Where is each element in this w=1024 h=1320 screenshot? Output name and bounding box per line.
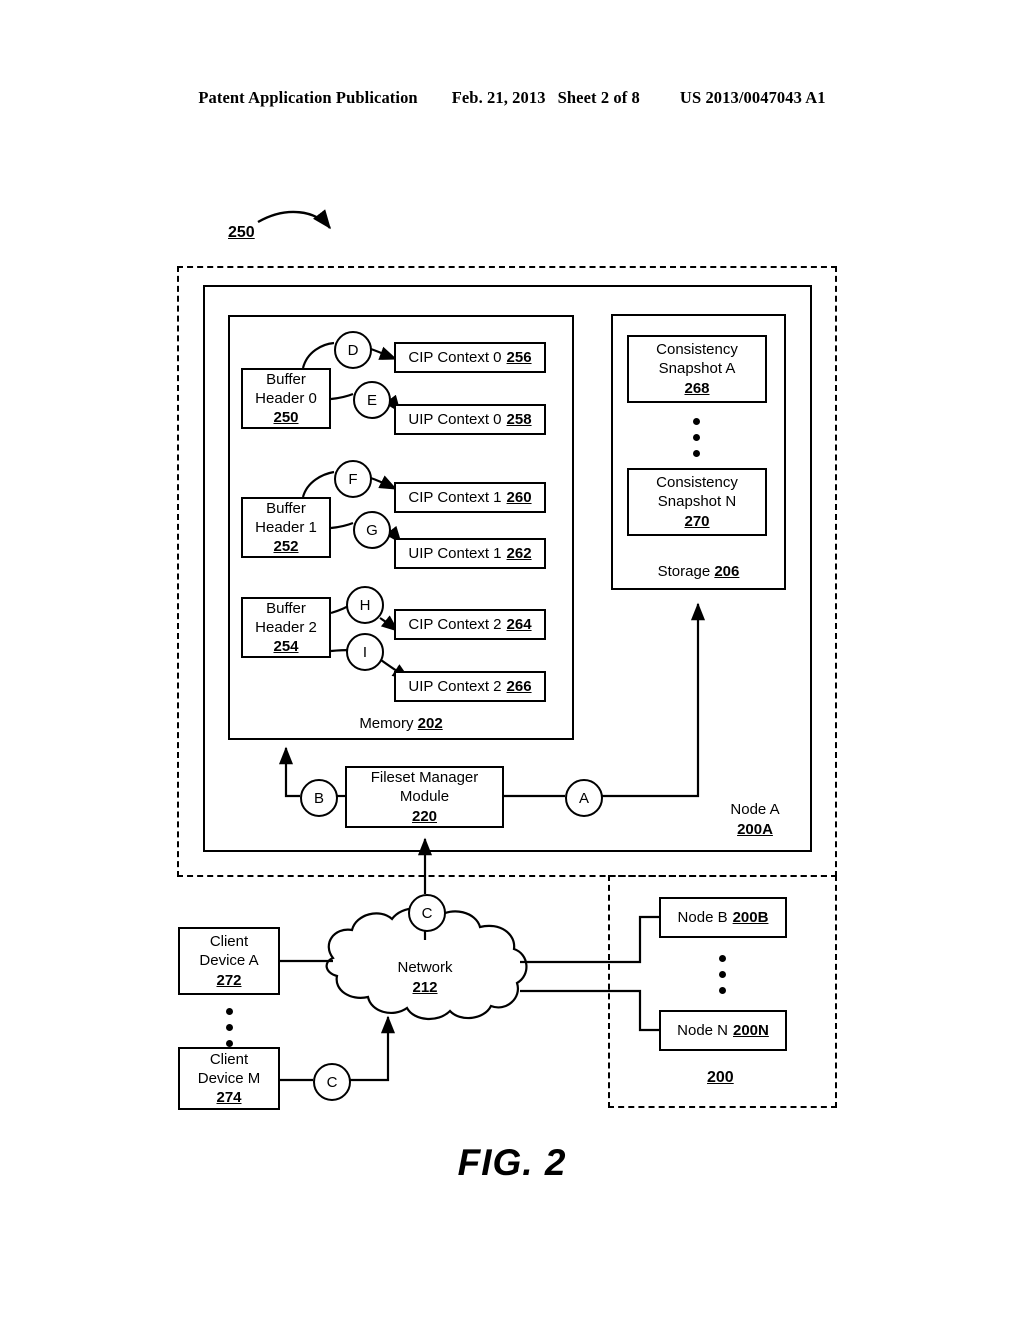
- node-b-ref: 200B: [732, 908, 769, 926]
- cip-context-0-label: CIP Context 0: [408, 348, 502, 366]
- cip-context-1-label: CIP Context 1: [408, 488, 502, 506]
- cip-context-2-box[interactable]: CIP Context 2 264: [394, 609, 546, 640]
- cip-context-2-ref: 264: [506, 615, 532, 633]
- node-b-label: Node B: [677, 908, 728, 926]
- consistency-snapshot-n-ref: 270: [684, 512, 710, 530]
- buffer-header-2-ref: 254: [273, 638, 299, 656]
- buffer-header-2-line2: Header 2: [255, 618, 317, 636]
- buffer-header-0-ref: 250: [273, 409, 299, 427]
- uip-context-1-ref: 262: [506, 544, 532, 562]
- node-b-box[interactable]: Node B 200B: [659, 897, 787, 938]
- buffer-header-2-box[interactable]: Buffer Header 2 254: [241, 597, 331, 658]
- client-device-a-box[interactable]: Client Device A 272: [178, 927, 280, 995]
- storage-vertical-ellipsis: [693, 418, 700, 457]
- cip-context-1-ref: 260: [506, 488, 532, 506]
- connector-g[interactable]: G: [353, 511, 391, 549]
- node-vertical-ellipsis: [719, 955, 726, 994]
- client-device-m-line2: Device M: [197, 1069, 261, 1087]
- client-device-a-ref: 272: [216, 971, 242, 989]
- memory-ref: 202: [417, 715, 443, 732]
- connector-c-top[interactable]: C: [408, 894, 446, 932]
- fileset-manager-line1: Fileset Manager: [370, 769, 479, 787]
- consistency-snapshot-a-line1: Consistency: [656, 341, 738, 359]
- client-device-m-line1: Client: [209, 1050, 249, 1068]
- consistency-snapshot-n-box[interactable]: Consistency Snapshot N 270: [627, 468, 767, 536]
- uip-context-0-ref: 258: [506, 410, 532, 428]
- uip-context-0-box[interactable]: UIP Context 0 258: [394, 404, 546, 435]
- cip-context-0-ref: 256: [506, 348, 532, 366]
- fileset-manager-ref: 220: [411, 807, 438, 825]
- network-cloud-label: Network 212: [370, 958, 480, 997]
- consistency-snapshot-a-line2: Snapshot A: [658, 360, 736, 378]
- node-n-box[interactable]: Node N 200N: [659, 1010, 787, 1051]
- buffer-header-1-box[interactable]: Buffer Header 1 252: [241, 497, 331, 558]
- buffer-header-0-line2: Header 0: [255, 389, 317, 407]
- cip-context-2-label: CIP Context 2: [408, 615, 502, 633]
- network-label-text: Network: [397, 959, 453, 976]
- connector-e[interactable]: E: [353, 381, 391, 419]
- buffer-header-1-ref: 252: [273, 538, 299, 556]
- buffer-header-2-line1: Buffer: [266, 599, 306, 617]
- client-device-m-ref: 274: [216, 1089, 242, 1107]
- callout-250-label: 250: [228, 224, 255, 241]
- client-device-a-line2: Device A: [199, 952, 259, 970]
- consistency-snapshot-n-line2: Snapshot N: [657, 493, 737, 511]
- figure-caption: FIG. 2: [457, 1142, 567, 1183]
- consistency-snapshot-a-box[interactable]: Consistency Snapshot A 268: [627, 335, 767, 403]
- uip-context-0-label: UIP Context 0: [408, 410, 502, 428]
- uip-context-2-ref: 266: [506, 677, 532, 695]
- figure-2-diagram: 250 Memory 202 Buffer Header 0 250 Buffe…: [0, 0, 1024, 1320]
- storage-label-text: Storage: [657, 563, 711, 580]
- storage-ref: 206: [714, 563, 740, 580]
- consistency-snapshot-n-line1: Consistency: [656, 474, 738, 492]
- cip-context-1-box[interactable]: CIP Context 1 260: [394, 482, 546, 513]
- uip-context-2-box[interactable]: UIP Context 2 266: [394, 671, 546, 702]
- fileset-manager-module-box[interactable]: Fileset Manager Module 220: [345, 766, 504, 828]
- buffer-header-0-line1: Buffer: [266, 370, 306, 388]
- storage-label: Storage 206: [611, 562, 786, 582]
- buffer-header-1-line1: Buffer: [266, 499, 306, 517]
- uip-context-2-label: UIP Context 2: [408, 677, 502, 695]
- client-device-a-line1: Client: [209, 933, 249, 951]
- fileset-manager-line2: Module: [399, 788, 450, 806]
- network-ref: 212: [412, 978, 438, 996]
- cip-context-0-box[interactable]: CIP Context 0 256: [394, 342, 546, 373]
- client-device-m-box[interactable]: Client Device M 274: [178, 1047, 280, 1110]
- connector-d[interactable]: D: [334, 331, 372, 369]
- connector-h[interactable]: H: [346, 586, 384, 624]
- node-n-label: Node N: [677, 1021, 728, 1039]
- connector-i[interactable]: I: [346, 633, 384, 671]
- node-a-label: Node A 200A: [700, 800, 810, 839]
- connector-f[interactable]: F: [334, 460, 372, 498]
- node-a-ref: 200A: [737, 820, 773, 838]
- memory-label: Memory 202: [228, 714, 574, 734]
- memory-label-text: Memory: [359, 715, 414, 732]
- connector-c-bottom[interactable]: C: [313, 1063, 351, 1101]
- connector-a[interactable]: A: [565, 779, 603, 817]
- client-vertical-ellipsis: [226, 1008, 233, 1047]
- buffer-header-1-line2: Header 1: [255, 518, 317, 536]
- uip-context-1-box[interactable]: UIP Context 1 262: [394, 538, 546, 569]
- node-n-ref: 200N: [733, 1021, 769, 1039]
- uip-context-1-label: UIP Context 1: [408, 544, 502, 562]
- node-a-label-text: Node A: [730, 801, 780, 818]
- connector-b[interactable]: B: [300, 779, 338, 817]
- buffer-header-0-box[interactable]: Buffer Header 0 250: [241, 368, 331, 429]
- consistency-snapshot-a-ref: 268: [684, 379, 710, 397]
- system-200-ref-label: 200: [707, 1069, 734, 1086]
